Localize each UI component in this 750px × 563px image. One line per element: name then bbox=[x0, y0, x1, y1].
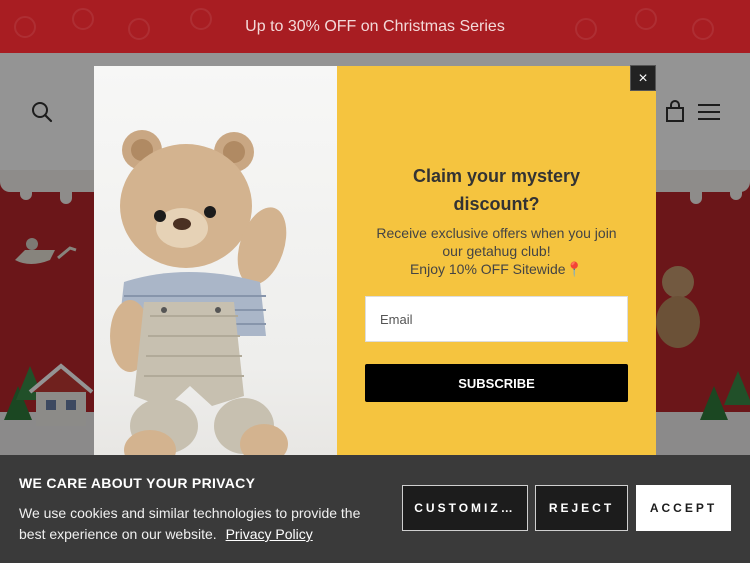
accept-button[interactable]: ACCEPT bbox=[636, 485, 731, 531]
teddy-bear-image bbox=[94, 66, 337, 490]
offer-line: our getahug club! bbox=[442, 243, 551, 259]
privacy-policy-link[interactable]: Privacy Policy bbox=[226, 526, 313, 542]
popup-offer-text: Receive exclusive offers when you join o… bbox=[357, 224, 636, 278]
offer-line: Receive exclusive offers when you join bbox=[376, 225, 617, 241]
decor-ornament bbox=[190, 8, 212, 30]
cookie-title: WE CARE ABOUT YOUR PRIVACY bbox=[19, 475, 256, 491]
decor-ornament bbox=[575, 18, 597, 40]
popup-headline: Claim your mystery discount? bbox=[337, 162, 656, 218]
decor-ornament bbox=[14, 16, 36, 38]
close-icon[interactable]: × bbox=[630, 65, 656, 91]
headline-line: Claim your mystery bbox=[412, 166, 581, 186]
signup-form: Claim your mystery discount? Receive exc… bbox=[337, 66, 656, 490]
reject-button[interactable]: REJECT bbox=[535, 485, 628, 531]
email-field[interactable] bbox=[365, 296, 628, 342]
offer-line: Enjoy 10% OFF Sitewide📍 bbox=[409, 261, 584, 277]
decor-ornament bbox=[635, 8, 657, 30]
discount-popup: Claim your mystery discount? Receive exc… bbox=[94, 65, 656, 490]
headline-line: discount? bbox=[453, 194, 540, 214]
cookie-consent-banner: WE CARE ABOUT YOUR PRIVACY We use cookie… bbox=[0, 455, 750, 563]
customize-button[interactable]: CUSTOMIZ… bbox=[402, 485, 528, 531]
teddy-bear-illustration bbox=[110, 130, 288, 470]
decor-ornament bbox=[72, 8, 94, 30]
announcement-text[interactable]: Up to 30% OFF on Christmas Series bbox=[245, 18, 505, 36]
decor-ornament bbox=[128, 18, 150, 40]
announcement-bar: Up to 30% OFF on Christmas Series bbox=[0, 0, 750, 53]
cookie-message: We use cookies and similar technologies … bbox=[19, 503, 389, 545]
decor-ornament bbox=[692, 18, 714, 40]
subscribe-button[interactable]: SUBSCRIBE bbox=[365, 364, 628, 402]
